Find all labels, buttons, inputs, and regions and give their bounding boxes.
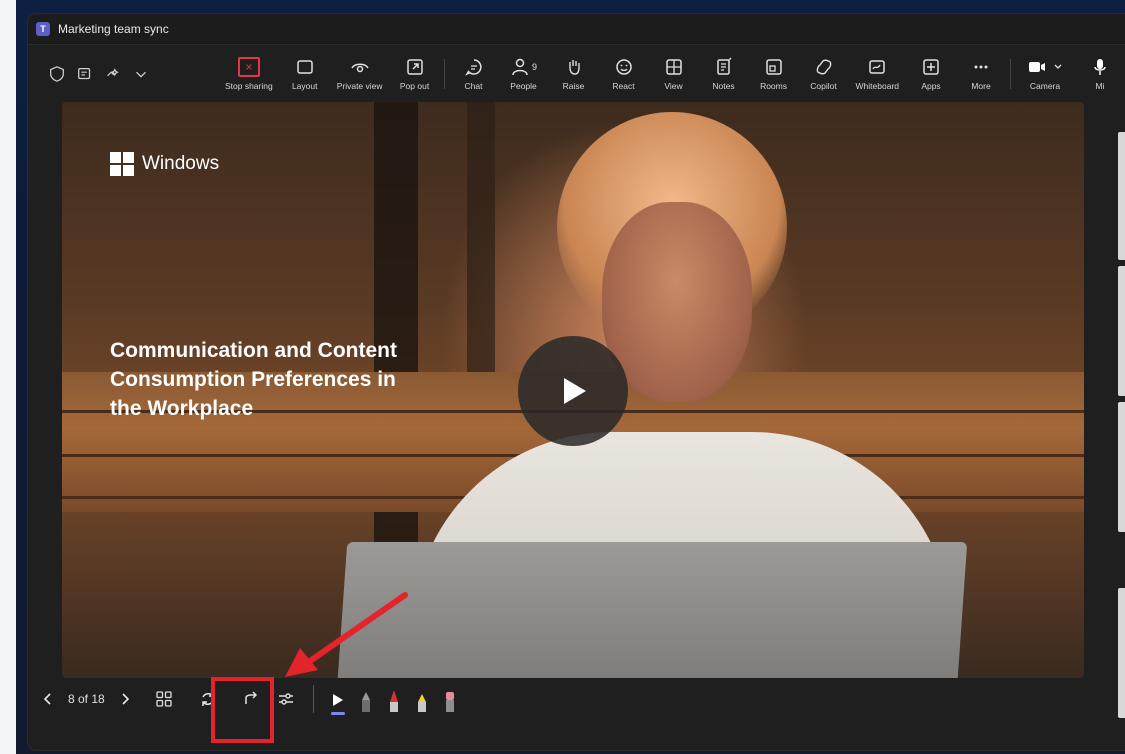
- annotation-arrow: [285, 592, 408, 677]
